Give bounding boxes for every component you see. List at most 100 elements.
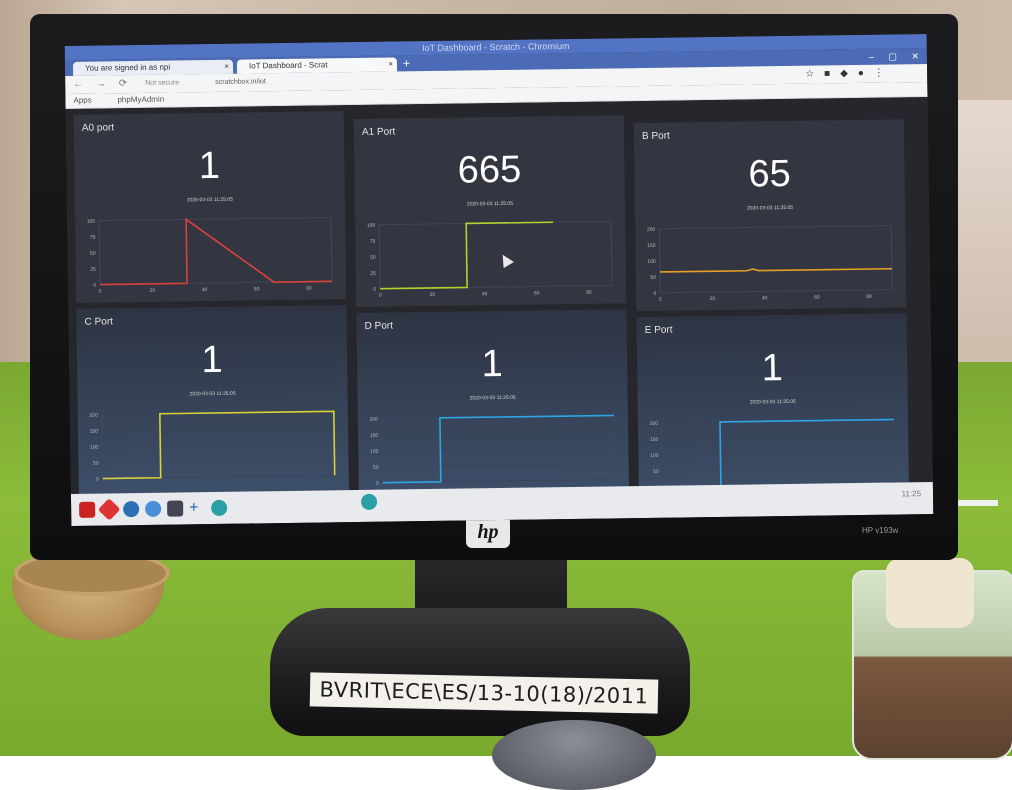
gridline	[99, 265, 332, 269]
gridline	[662, 435, 895, 439]
iot-dashboard: A0 port 1 2020-03-03 11:25:05 0 25 50 75 100…	[65, 96, 933, 506]
y-tick-label: 100	[647, 259, 656, 265]
series-line	[659, 267, 892, 273]
gridline	[382, 431, 615, 435]
window-controls[interactable]: – ▢ ✕	[869, 48, 925, 65]
taskbar-chromium-icon[interactable]	[360, 493, 378, 510]
x-tick-label: 20	[149, 288, 155, 294]
y-tick-label: 200	[370, 417, 379, 423]
gridline	[660, 289, 893, 294]
plus-icon[interactable]: +	[189, 499, 205, 516]
chromium-icon[interactable]	[211, 499, 228, 517]
x-tick-label: 40	[482, 291, 488, 297]
system-tray-clock: 11:25	[901, 489, 922, 499]
gridline	[659, 225, 892, 230]
asset-label-sticker: BVRIT\ECE\ES/13-10(18)/2011	[309, 672, 659, 714]
browser-icon[interactable]	[123, 501, 140, 518]
url-text[interactable]: scratchbox.in/iot	[215, 73, 266, 92]
chart-a0: 0 25 50 75 100 0 20 40 60 80	[87, 216, 333, 295]
panel-d: D Port 1 2020-03-03 11:25:05 0 50 100 150 20…	[356, 309, 630, 501]
panel-timestamp: 2020-03-03 11:25:05	[189, 390, 236, 398]
x-tick-label: 20	[710, 296, 716, 302]
gridline	[662, 451, 895, 455]
y-tick-label: 100	[650, 453, 659, 459]
gridline	[659, 273, 892, 278]
panel-timestamp: 2020-03-03 11:25:05	[746, 204, 794, 212]
x-tick-label: 0	[99, 289, 102, 295]
chart-d: 0 50 100 150 200	[370, 414, 616, 487]
taskbar-window-2[interactable]	[491, 490, 611, 508]
gridline	[379, 253, 612, 257]
nav-buttons[interactable]: ← → ⟳	[73, 75, 132, 94]
panel-timestamp: 2020-03-03 11:25:05	[466, 200, 514, 208]
y-tick-label: 50	[93, 461, 99, 467]
y-tick-label: 0	[93, 283, 96, 289]
x-tick-label: 60	[534, 290, 540, 296]
x-tick-label: 20	[430, 292, 436, 298]
tab-label: You are signed in as npi	[84, 62, 171, 73]
computer-mouse	[492, 720, 656, 790]
y-tick-label: 150	[90, 429, 99, 435]
panel-value: 1	[198, 144, 221, 188]
y-tick-label: 0	[373, 287, 376, 293]
y-tick-label: 50	[370, 255, 376, 261]
x-tick-label: 60	[254, 286, 260, 292]
panel-value: 1	[761, 347, 784, 390]
panel-value: 665	[457, 148, 522, 192]
start-menu-icon[interactable]	[79, 501, 96, 518]
gridline	[379, 269, 612, 273]
taskbar-window-1[interactable]	[383, 492, 493, 510]
panel-value: 1	[201, 338, 223, 382]
x-tick-label: 80	[306, 286, 312, 292]
panel-title: C Port	[84, 316, 113, 328]
not-secure-label: Not secure	[145, 79, 180, 87]
panel-title: A0 port	[81, 122, 115, 134]
taskbar-window-3[interactable]	[627, 489, 747, 507]
panel-title: A1 Port	[361, 126, 396, 138]
y-tick-label: 150	[647, 243, 656, 249]
close-icon[interactable]: ×	[224, 60, 229, 74]
bookmark-phpmyadmin[interactable]: phpMyAdmin	[117, 93, 164, 108]
gridline	[102, 459, 335, 463]
y-tick-label: 200	[647, 227, 656, 233]
y-tick-label: 150	[650, 437, 659, 443]
gridline	[99, 217, 332, 221]
terminal-icon[interactable]	[167, 500, 184, 517]
y-tick-label: 50	[90, 251, 96, 257]
chart-c: 0 50 100 150 200	[89, 410, 336, 483]
gridline	[659, 241, 892, 246]
chart-a1: 0 25 50 75 100 0 20 40 60 80	[367, 220, 613, 299]
x-tick-label: 0	[659, 297, 662, 303]
panel-value: 1	[481, 342, 504, 386]
panel-value: 65	[748, 152, 791, 196]
y-tick-label: 100	[90, 445, 99, 451]
gridline	[379, 237, 612, 241]
y-tick-label: 100	[370, 449, 379, 455]
gridline	[659, 257, 892, 262]
gridline	[102, 427, 335, 431]
globe-icon[interactable]	[145, 500, 162, 517]
panel-c: C Port 1 2020-03-03 11:25:05 0 50 100 150 20…	[76, 305, 349, 497]
y-tick-label: 75	[370, 239, 376, 245]
sensor-probe	[886, 558, 974, 628]
panel-title: B Port	[641, 130, 670, 142]
panel-title: E Port	[644, 324, 673, 336]
y-tick-label: 50	[653, 469, 659, 475]
y-tick-label: 200	[89, 413, 98, 419]
gridline	[102, 443, 335, 447]
panel-e: E Port 1 2020-03-03 11:25:05 05010015020…	[636, 313, 910, 506]
new-tab-button[interactable]: +	[403, 55, 410, 71]
toolbar-icons[interactable]: ☆■◆●⋮	[805, 64, 894, 83]
x-tick-label: 60	[814, 295, 820, 301]
gridline	[382, 463, 615, 467]
bookmark-apps[interactable]: Apps	[73, 94, 91, 108]
close-icon[interactable]: ×	[388, 57, 393, 71]
y-tick-label: 100	[87, 219, 96, 225]
panel-b: B Port 65 2020-03-03 11:25:05 0 50 100 150 2…	[633, 119, 907, 312]
y-tick-label: 0	[653, 291, 656, 297]
x-tick-label: 40	[762, 295, 768, 301]
series-line	[380, 221, 554, 290]
x-tick-label: 0	[379, 293, 382, 299]
y-tick-label: 25	[90, 267, 96, 273]
chart-b: 0 50 100 150 200 0 20 40 60 80	[647, 225, 893, 303]
